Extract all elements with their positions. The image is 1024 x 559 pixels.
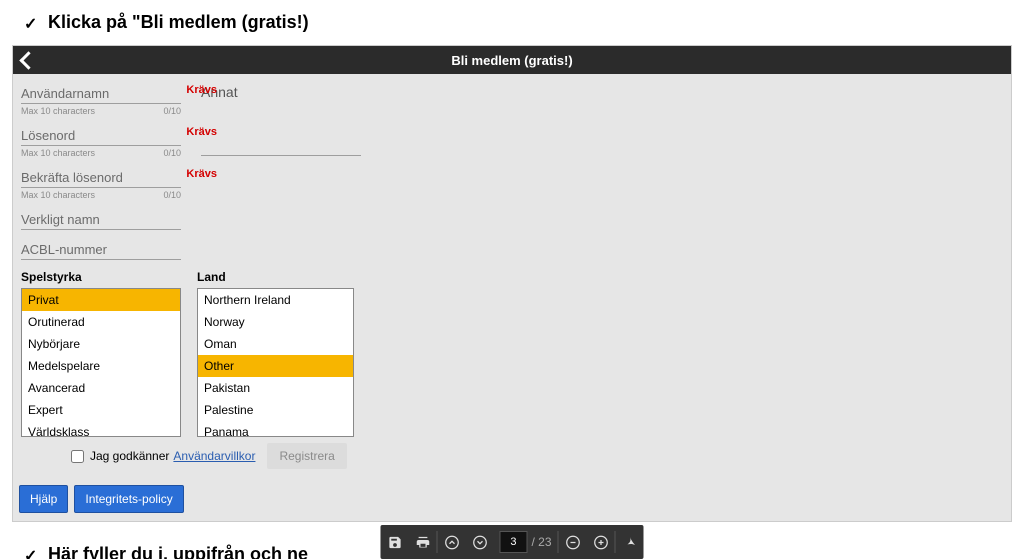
list-item[interactable]: Avancerad bbox=[22, 377, 180, 399]
acrobat-icon[interactable] bbox=[616, 525, 644, 559]
confirm-label: Bekräfta lösenord bbox=[21, 168, 181, 188]
app-title: Bli medlem (gratis!) bbox=[13, 53, 1011, 68]
list-item[interactable]: Världsklass bbox=[22, 421, 180, 437]
annat-input[interactable] bbox=[201, 154, 361, 156]
form-body: Användarnamn Krävs Max 10 characters 0/1… bbox=[13, 74, 1011, 477]
confirm-field[interactable]: Bekräfta lösenord Krävs Max 10 character… bbox=[21, 168, 181, 200]
privacy-button[interactable]: Integritets-policy bbox=[74, 485, 183, 513]
required-badge: Krävs bbox=[186, 126, 217, 138]
page-number-input[interactable] bbox=[499, 531, 527, 553]
username-label: Användarnamn bbox=[21, 84, 181, 104]
save-icon[interactable] bbox=[380, 525, 408, 559]
list-item[interactable]: Palestine bbox=[198, 399, 353, 421]
required-badge: Krävs bbox=[186, 168, 217, 180]
list-item[interactable]: Norway bbox=[198, 311, 353, 333]
page-up-icon[interactable] bbox=[437, 525, 465, 559]
realname-field[interactable]: Verkligt namn bbox=[21, 210, 181, 230]
acbl-label: ACBL-nummer bbox=[21, 240, 181, 260]
zoom-in-icon[interactable] bbox=[587, 525, 615, 559]
zoom-out-icon[interactable] bbox=[559, 525, 587, 559]
required-badge: Krävs bbox=[186, 84, 217, 96]
country-title: Land bbox=[197, 270, 354, 288]
doc-heading-2-text: Här fyller du i, uppifrån och ne bbox=[48, 544, 308, 559]
check-icon: ✓ bbox=[24, 546, 37, 559]
footer-buttons: Hjälp Integritets-policy bbox=[13, 477, 1011, 521]
doc-heading-1-text: Klicka på "Bli medlem (gratis!) bbox=[48, 12, 309, 32]
page-total: / 23 bbox=[531, 535, 551, 549]
list-item[interactable]: Northern Ireland bbox=[198, 289, 353, 311]
realname-label: Verkligt namn bbox=[21, 210, 181, 230]
pdf-toolbar: / 23 bbox=[380, 525, 643, 559]
app-header: Bli medlem (gratis!) bbox=[13, 46, 1011, 74]
check-icon: ✓ bbox=[24, 14, 37, 34]
password-helper: Max 10 characters bbox=[21, 148, 95, 158]
page-down-icon[interactable] bbox=[465, 525, 493, 559]
app-frame: Bli medlem (gratis!) Användarnamn Krävs … bbox=[12, 45, 1012, 522]
print-icon[interactable] bbox=[408, 525, 436, 559]
list-item[interactable]: Pakistan bbox=[198, 377, 353, 399]
confirm-counter: 0/10 bbox=[163, 190, 181, 200]
agree-checkbox[interactable] bbox=[71, 450, 84, 463]
agree-text: Jag godkänner bbox=[90, 449, 169, 463]
list-item[interactable]: Orutinerad bbox=[22, 311, 180, 333]
doc-heading-1: ✓ Klicka på "Bli medlem (gratis!) bbox=[0, 4, 1024, 41]
username-field[interactable]: Användarnamn Krävs Max 10 characters 0/1… bbox=[21, 84, 181, 116]
register-button[interactable]: Registrera bbox=[267, 443, 346, 469]
password-counter: 0/10 bbox=[163, 148, 181, 158]
password-label: Lösenord bbox=[21, 126, 181, 146]
country-listbox[interactable]: Northern IrelandNorwayOmanOtherPakistanP… bbox=[197, 288, 354, 437]
annat-label: Annat bbox=[201, 84, 371, 104]
confirm-helper: Max 10 characters bbox=[21, 190, 95, 200]
list-item[interactable]: Privat bbox=[22, 289, 180, 311]
list-item[interactable]: Expert bbox=[22, 399, 180, 421]
list-item[interactable]: Nybörjare bbox=[22, 333, 180, 355]
username-counter: 0/10 bbox=[163, 106, 181, 116]
list-item[interactable]: Panama bbox=[198, 421, 353, 437]
list-item[interactable]: Oman bbox=[198, 333, 353, 355]
skill-title: Spelstyrka bbox=[21, 270, 181, 288]
help-button[interactable]: Hjälp bbox=[19, 485, 68, 513]
list-item[interactable]: Medelspelare bbox=[22, 355, 180, 377]
acbl-field[interactable]: ACBL-nummer bbox=[21, 240, 181, 260]
password-field[interactable]: Lösenord Krävs Max 10 characters 0/10 bbox=[21, 126, 181, 158]
terms-link[interactable]: Användarvillkor bbox=[173, 449, 255, 463]
skill-listbox[interactable]: PrivatOrutineradNybörjareMedelspelareAva… bbox=[21, 288, 181, 437]
list-item[interactable]: Other bbox=[198, 355, 353, 377]
username-helper: Max 10 characters bbox=[21, 106, 95, 116]
